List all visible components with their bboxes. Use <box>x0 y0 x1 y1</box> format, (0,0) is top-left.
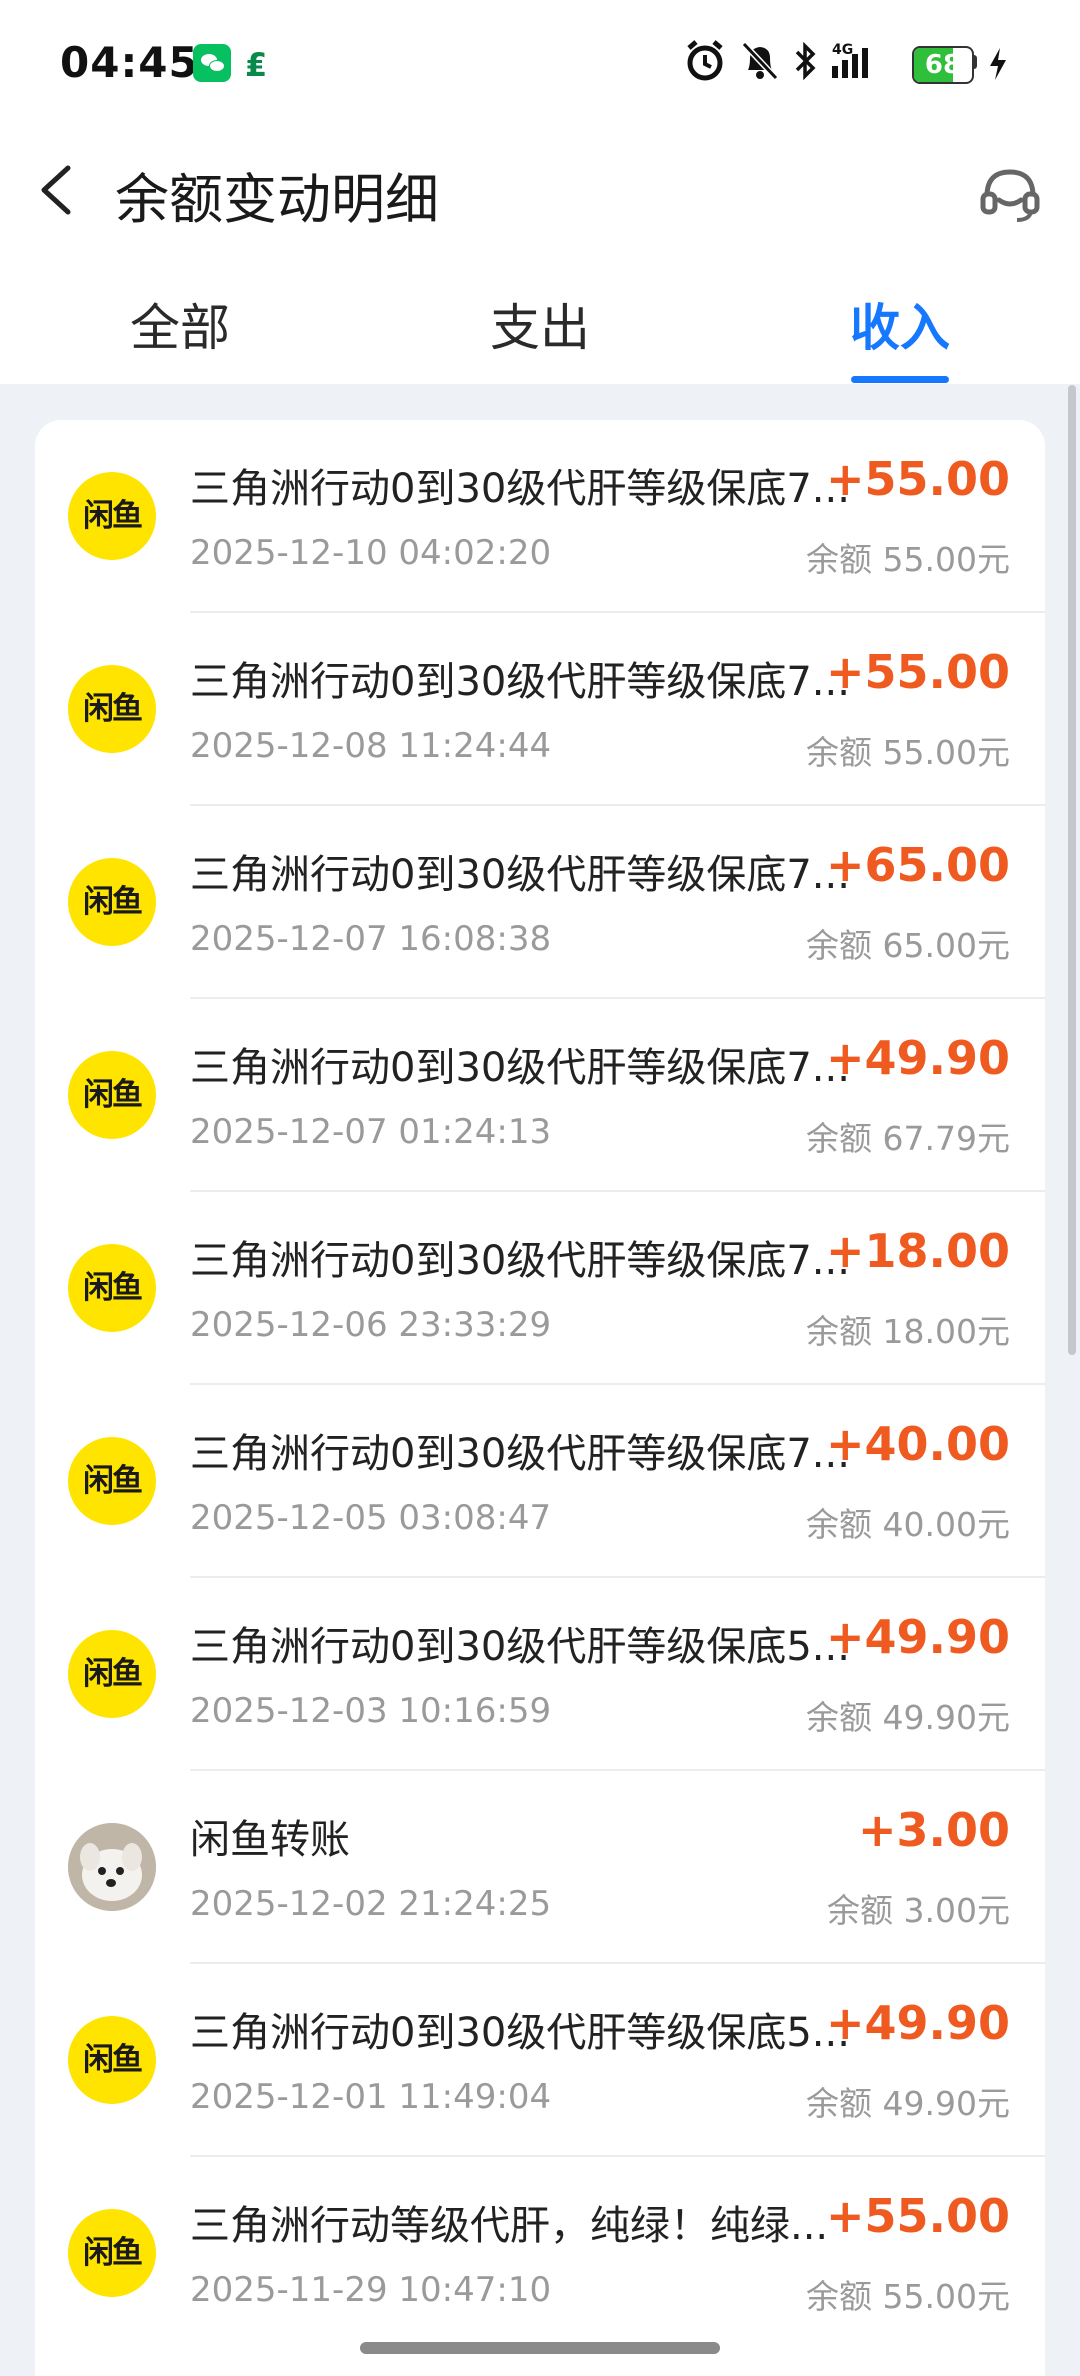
transaction-amount: +55.00 <box>825 2189 1010 2243</box>
transaction-amount: +40.00 <box>825 1417 1010 1471</box>
transaction-title: 三角洲行动0到30级代肝等级保底7... <box>190 1045 850 1091</box>
signal-4g-icon: 4G <box>832 42 868 78</box>
transaction-balance: 余额 67.79元 <box>806 1119 1010 1158</box>
transaction-balance: 余额 18.00元 <box>806 1312 1010 1351</box>
transaction-row[interactable]: 闲鱼 三角洲行动0到30级代肝等级保底7... 2025-12-06 23:33… <box>35 1192 1045 1385</box>
transaction-balance: 余额 65.00元 <box>806 926 1010 965</box>
transaction-amount: +49.90 <box>825 1996 1010 2050</box>
transaction-amount: +65.00 <box>825 838 1010 892</box>
dog-photo <box>68 1823 156 1911</box>
battery-indicator: 68 <box>912 46 974 84</box>
transaction-title: 三角洲行动0到30级代肝等级保底7... <box>190 659 850 705</box>
customer-service-icon[interactable] <box>975 160 1045 230</box>
top-bar: 04:45 ₤ 4G 68 余额变动明细 全部 支出 收入 <box>0 0 1080 384</box>
transaction-row[interactable]: 闲鱼 三角洲行动等级代肝，纯绿！纯绿... 2025-11-29 10:47:1… <box>35 2157 1045 2350</box>
transaction-time: 2025-12-06 23:33:29 <box>190 1305 552 1345</box>
xianyu-avatar: 闲鱼 <box>68 472 156 560</box>
transaction-balance: 余额 55.00元 <box>806 733 1010 772</box>
transaction-amount: +3.00 <box>857 1803 1010 1857</box>
transaction-amount: +55.00 <box>825 452 1010 506</box>
tab-expense[interactable]: 支出 <box>420 288 660 360</box>
transaction-row[interactable]: 闲鱼 三角洲行动0到30级代肝等级保底5... 2025-12-03 10:16… <box>35 1578 1045 1771</box>
transaction-row[interactable]: 闲鱼 三角洲行动0到30级代肝等级保底7... 2025-12-07 01:24… <box>35 999 1045 1192</box>
xianyu-avatar: 闲鱼 <box>68 2016 156 2104</box>
xianyu-avatar: 闲鱼 <box>68 1244 156 1332</box>
transaction-row[interactable]: 闲鱼 三角洲行动0到30级代肝等级保底5... 2025-12-01 11:49… <box>35 1964 1045 2157</box>
transaction-time: 2025-12-02 21:24:25 <box>190 1884 552 1924</box>
transaction-balance: 余额 55.00元 <box>806 2277 1010 2316</box>
status-bar: 04:45 ₤ 4G 68 <box>0 0 1080 130</box>
transaction-balance: 余额 49.90元 <box>806 1698 1010 1737</box>
transaction-time: 2025-12-10 04:02:20 <box>190 533 552 573</box>
alarm-icon <box>687 40 723 81</box>
xianyu-avatar: 闲鱼 <box>68 1051 156 1139</box>
transaction-title: 三角洲行动0到30级代肝等级保底7... <box>190 1431 850 1477</box>
transaction-row[interactable]: 闲鱼 三角洲行动0到30级代肝等级保底7... 2025-12-07 16:08… <box>35 806 1045 999</box>
svg-text:4G: 4G <box>832 42 853 58</box>
transaction-amount: +49.90 <box>825 1610 1010 1664</box>
battery-text: 68 <box>924 50 962 80</box>
bluetooth-icon <box>795 41 816 81</box>
transaction-row[interactable]: 闲鱼 三角洲行动0到30级代肝等级保底7... 2025-12-05 03:08… <box>35 1385 1045 1578</box>
transaction-list: 闲鱼 三角洲行动0到30级代肝等级保底7... 2025-12-10 04:02… <box>35 420 1045 2376</box>
transaction-row[interactable]: 闲鱼 三角洲行动0到30级代肝等级保底7... 2025-12-10 04:02… <box>35 420 1045 613</box>
transaction-time: 2025-11-29 10:47:10 <box>190 2270 552 2310</box>
transaction-time: 2025-12-01 11:49:04 <box>190 2077 552 2117</box>
xianyu-avatar: 闲鱼 <box>68 2209 156 2297</box>
xianyu-avatar: 闲鱼 <box>68 858 156 946</box>
transaction-balance: 余额 49.90元 <box>806 2084 1010 2123</box>
transaction-amount: +55.00 <box>825 645 1010 699</box>
transaction-balance: 余额 40.00元 <box>806 1505 1010 1544</box>
user-avatar-dog <box>68 1823 156 1911</box>
active-tab-indicator <box>851 376 949 383</box>
back-chevron-icon[interactable] <box>30 150 90 230</box>
transaction-title: 三角洲行动0到30级代肝等级保底7... <box>190 466 850 512</box>
battery-nub <box>972 55 977 69</box>
transaction-time: 2025-12-08 11:24:44 <box>190 726 552 766</box>
wechat-icon <box>193 44 231 82</box>
silent-bell-icon <box>741 41 779 81</box>
xianyu-avatar: 闲鱼 <box>68 665 156 753</box>
transaction-title: 三角洲行动0到30级代肝等级保底7... <box>190 852 850 898</box>
transaction-amount: +18.00 <box>825 1224 1010 1278</box>
page-title: 余额变动明细 <box>115 168 439 231</box>
transaction-time: 2025-12-05 03:08:47 <box>190 1498 552 1538</box>
transaction-amount: +49.90 <box>825 1031 1010 1085</box>
transaction-balance: 余额 3.00元 <box>827 1891 1010 1930</box>
xianyu-avatar: 闲鱼 <box>68 1437 156 1525</box>
xianyu-avatar: 闲鱼 <box>68 1630 156 1718</box>
transaction-title: 闲鱼转账 <box>190 1817 350 1863</box>
transaction-time: 2025-12-07 16:08:38 <box>190 919 552 959</box>
transaction-balance: 余额 55.00元 <box>806 540 1010 579</box>
tab-all[interactable]: 全部 <box>60 288 300 360</box>
home-indicator[interactable] <box>360 2342 720 2354</box>
transaction-title: 三角洲行动0到30级代肝等级保底5... <box>190 1624 850 1670</box>
transaction-title: 三角洲行动0到30级代肝等级保底7... <box>190 1238 850 1284</box>
status-time: 04:45 <box>60 38 199 87</box>
scrollbar[interactable] <box>1068 385 1076 1355</box>
transaction-title: 三角洲行动0到30级代肝等级保底5... <box>190 2010 850 2056</box>
transaction-title: 三角洲行动等级代肝，纯绿！纯绿... <box>190 2203 829 2249</box>
transaction-time: 2025-12-07 01:24:13 <box>190 1112 552 1152</box>
transaction-time: 2025-12-03 10:16:59 <box>190 1691 552 1731</box>
transaction-row[interactable]: 闲鱼 三角洲行动0到30级代肝等级保底7... 2025-12-08 11:24… <box>35 613 1045 806</box>
tab-income[interactable]: 收入 <box>780 288 1020 360</box>
charging-icon <box>990 48 1006 80</box>
transaction-row[interactable]: 闲鱼转账 2025-12-02 21:24:25 +3.00 余额 3.00元 <box>35 1771 1045 1964</box>
postal-icon: ₤ <box>245 46 268 84</box>
